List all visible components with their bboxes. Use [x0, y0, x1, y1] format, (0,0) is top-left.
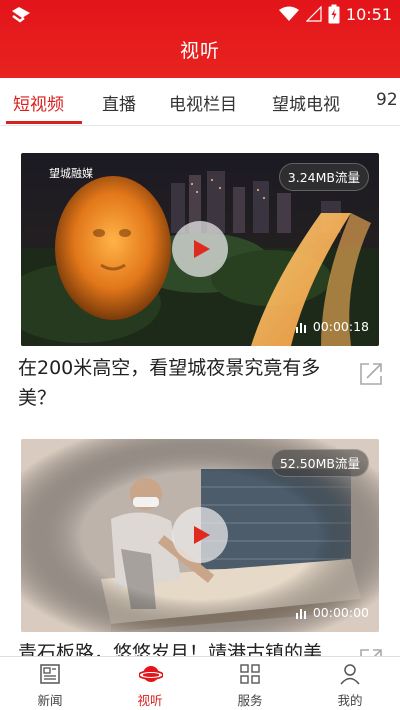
- status-time: 10:51: [345, 4, 392, 24]
- top-bar: 10:51 视听: [0, 0, 400, 78]
- play-icon: [194, 240, 210, 258]
- nav-av-label: 视听: [137, 693, 163, 708]
- nav-services[interactable]: 服务: [200, 657, 300, 710]
- nav-mine-label: 我的: [337, 693, 363, 708]
- video-thumbnail[interactable]: 望城融媒 3.24MB流量 00:00:18: [21, 153, 379, 346]
- nav-mine[interactable]: 我的: [300, 657, 400, 710]
- tab-tv-columns[interactable]: 电视栏目: [169, 90, 237, 115]
- status-right: 10:51: [278, 3, 392, 25]
- tab-wangcheng-tv[interactable]: 望城电视: [272, 90, 340, 115]
- bottom-navigation: 新闻 视听 服务 我的: [0, 656, 400, 710]
- duration-text: 00:00:00: [312, 605, 369, 620]
- battery-icon: [328, 4, 340, 24]
- share-icon[interactable]: [358, 647, 384, 656]
- planet-icon: [139, 666, 163, 682]
- duration-label: 00:00:00: [295, 605, 369, 620]
- duration-text: 00:00:18: [312, 319, 369, 334]
- play-icon: [194, 526, 210, 544]
- grid-icon: [240, 664, 260, 684]
- page-title: 视听: [179, 40, 220, 62]
- tab-live[interactable]: 直播: [102, 90, 136, 115]
- nav-av[interactable]: 视听: [100, 657, 200, 710]
- data-size-badge: 52.50MB流量: [270, 449, 369, 477]
- signal-icon: [305, 6, 322, 22]
- share-icon[interactable]: [358, 361, 384, 387]
- active-tab-indicator: [6, 121, 82, 124]
- nav-news[interactable]: 新闻: [0, 657, 100, 710]
- video-feed[interactable]: 望城融媒 3.24MB流量 00:00:18 在200米高空，看望城夜景究竟有多…: [0, 127, 400, 656]
- data-size-badge: 3.24MB流量: [278, 163, 369, 191]
- bars-icon: [295, 322, 306, 333]
- play-button[interactable]: [172, 221, 228, 277]
- bars-icon: [295, 608, 306, 619]
- app-screen: 10:51 视听 短视频 直播 电视栏目 望城电视 92 望城融媒 3.24MB…: [0, 0, 400, 710]
- play-button[interactable]: [172, 507, 228, 563]
- category-tabs: 短视频 直播 电视栏目 望城电视 92: [0, 78, 400, 126]
- duration-label: 00:00:18: [295, 319, 369, 334]
- video-title[interactable]: 在200米高空，看望城夜景究竟有多美？: [18, 353, 338, 413]
- video-title[interactable]: 青石板路，悠悠岁月！靖港古镇的美: [18, 638, 358, 656]
- wifi-icon: [278, 6, 299, 21]
- video-thumbnail[interactable]: 52.50MB流量 00:00:00: [21, 439, 379, 632]
- news-icon: [40, 664, 60, 684]
- app-logo-icon: [12, 7, 30, 23]
- tab-short-video[interactable]: 短视频: [13, 90, 64, 115]
- nav-news-label: 新闻: [37, 693, 63, 708]
- user-icon: [340, 664, 360, 685]
- nav-services-label: 服务: [237, 693, 263, 708]
- tab-overflow[interactable]: 92: [376, 90, 398, 110]
- watermark-text: 望城融媒: [49, 167, 93, 180]
- status-bar: 10:51: [0, 0, 400, 28]
